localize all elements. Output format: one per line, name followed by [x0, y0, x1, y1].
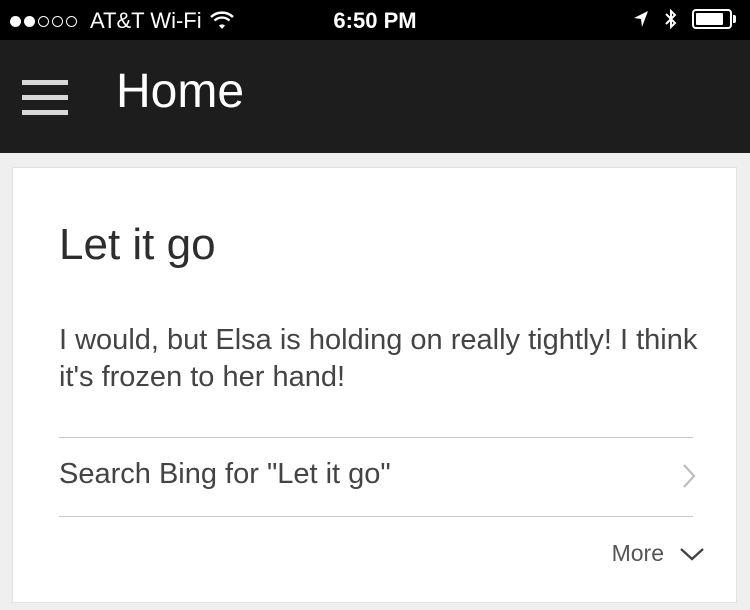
chevron-down-icon [680, 547, 704, 561]
location-arrow-icon [634, 11, 648, 27]
page-title: Home [116, 65, 245, 118]
more-label: More [611, 540, 664, 566]
hamburger-menu-icon[interactable] [22, 80, 68, 116]
app-header: Home [0, 40, 750, 153]
card-title: Let it go [59, 220, 216, 269]
response-card: Let it go I would, but Elsa is holding o… [12, 167, 737, 603]
search-bing-label: Search Bing for "Let it go" [59, 458, 391, 490]
bluetooth-icon [665, 8, 677, 30]
more-button[interactable]: More [612, 540, 706, 567]
card-body-text: I would, but Elsa is holding on really t… [59, 324, 698, 393]
search-bing-link[interactable]: Search Bing for "Let it go" [59, 438, 696, 516]
status-right [632, 8, 736, 30]
battery-icon [692, 9, 736, 29]
status-bar: AT&T Wi-Fi 6:50 PM [0, 0, 750, 40]
chevron-right-icon [683, 464, 696, 488]
divider [59, 516, 693, 517]
